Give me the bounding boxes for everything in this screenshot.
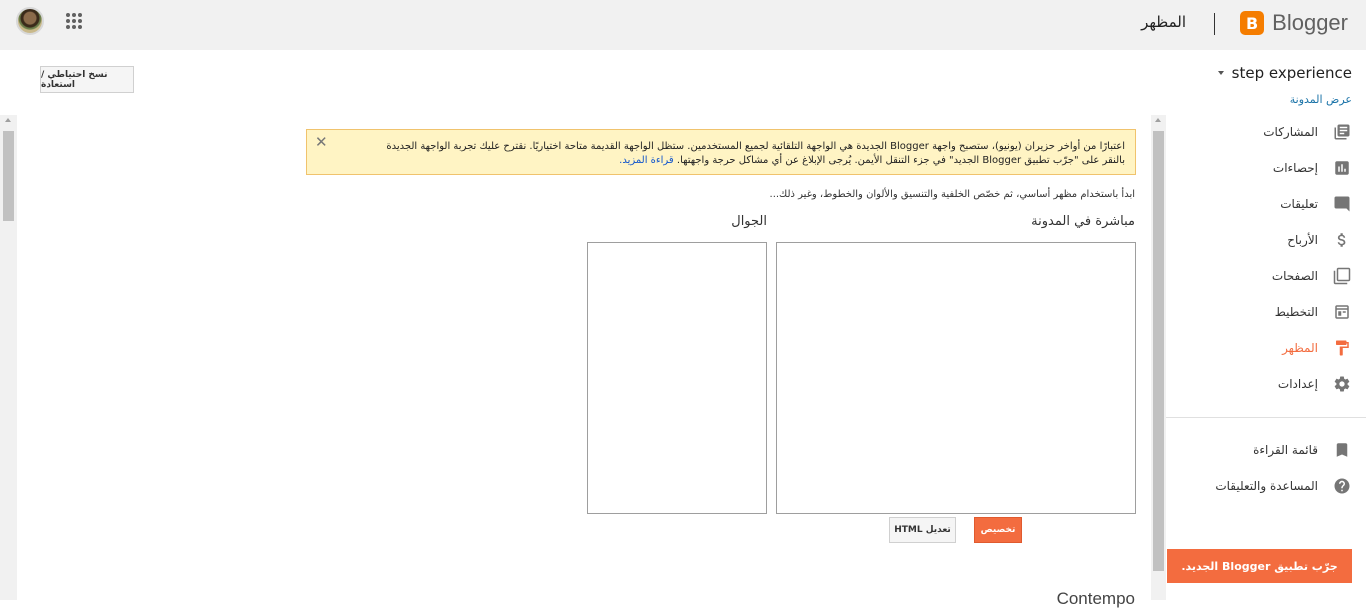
sidebar-item-label: المظهر [1282,341,1318,355]
sidebar-divider [1166,417,1366,418]
apps-grid-icon[interactable] [66,13,82,29]
sidebar-item-posts[interactable]: المشاركات [1166,114,1366,150]
backup-restore-button[interactable]: نسخ احتياطي / استعادة [40,66,134,93]
edit-html-button[interactable]: تعديل HTML [889,517,956,543]
sidebar-item-label: الأرباح [1287,233,1318,247]
sidebar-item-layout[interactable]: التخطيط [1166,294,1366,330]
view-blog-link[interactable]: عرض المدونة [1290,93,1352,106]
notice-banner: اعتبارًا من أواخر حزيران (يونيو)، ستصبح … [306,129,1136,175]
sidebar-item-reading-list[interactable]: قائمة القراءة [1166,432,1366,468]
sidebar-item-settings[interactable]: إعدادات [1166,366,1366,402]
sidebar-item-label: الصفحات [1271,269,1318,283]
live-preview-frame[interactable] [776,242,1136,514]
main-content: اعتبارًا من أواخر حزيران (يونيو)، ستصبح … [17,115,1151,608]
read-more-link[interactable]: قراءة المزيد. [619,155,674,166]
sidebar-item-label: المساعدة والتعليقات [1215,479,1318,493]
sidebar-item-label: إعدادات [1277,377,1318,391]
sidebar-item-label: التخطيط [1274,305,1318,319]
scrollbar-thumb[interactable] [1153,131,1164,571]
scroll-up-arrow-icon[interactable] [5,118,11,122]
content-scrollbar[interactable] [1151,115,1166,600]
page-title: المظهر [1141,13,1186,31]
mobile-preview-frame[interactable] [587,242,767,514]
blog-name: step experience [1231,64,1352,82]
settings-icon [1332,374,1352,394]
header-divider [1214,13,1215,35]
sidebar-secondary-nav: قائمة القراءة المساعدة والتعليقات [1166,432,1366,504]
theme-icon [1332,338,1352,358]
stats-icon [1332,158,1352,178]
sidebar-item-pages[interactable]: الصفحات [1166,258,1366,294]
scrollbar-thumb[interactable] [3,131,14,221]
try-new-blogger-button[interactable]: جرّب تطبيق Blogger الجديد. [1167,549,1352,583]
intro-text: ابدأ باستخدام مظهر أساسي، ثم خصّص الخلفي… [769,189,1135,200]
earnings-icon [1332,230,1352,250]
theme-name: Contempo [1056,589,1135,608]
customize-button[interactable]: تخصيص [974,517,1022,543]
sidebar: step experience عرض المدونة المشاركات إح… [1166,50,1366,600]
sidebar-item-earnings[interactable]: الأرباح [1166,222,1366,258]
blogger-brand-text: Blogger [1272,10,1348,35]
sidebar-nav: المشاركات إحصاءات تعليقات الأرباح الصفحا… [1166,114,1366,402]
comments-icon [1332,194,1352,214]
blogger-logo[interactable]: B Blogger [1240,9,1348,37]
live-preview-label: مباشرة في المدونة [1031,214,1135,229]
sidebar-item-comments[interactable]: تعليقات [1166,186,1366,222]
reading-list-icon [1332,440,1352,460]
sidebar-item-help[interactable]: المساعدة والتعليقات [1166,468,1366,504]
avatar[interactable] [16,7,44,35]
mobile-preview-label: الجوال [731,214,767,229]
pages-icon [1332,266,1352,286]
sidebar-item-label: تعليقات [1280,197,1318,211]
sidebar-item-label: المشاركات [1263,125,1318,139]
close-icon[interactable]: ✕ [315,135,328,150]
sidebar-item-stats[interactable]: إحصاءات [1166,150,1366,186]
blog-selector[interactable]: step experience [1217,64,1352,82]
sidebar-item-theme[interactable]: المظهر [1166,330,1366,366]
posts-icon [1332,122,1352,142]
top-bar: B Blogger المظهر [0,0,1366,50]
left-scrollbar[interactable] [0,115,17,600]
sidebar-item-label: قائمة القراءة [1253,443,1318,457]
sidebar-item-label: إحصاءات [1272,161,1318,175]
scroll-up-arrow-icon[interactable] [1155,118,1161,122]
chevron-down-icon [1217,71,1224,75]
layout-icon [1332,302,1352,322]
blogger-logo-icon: B [1240,11,1265,35]
help-icon [1332,476,1352,496]
notice-text: اعتبارًا من أواخر حزيران (يونيو)، ستصبح … [386,141,1125,166]
